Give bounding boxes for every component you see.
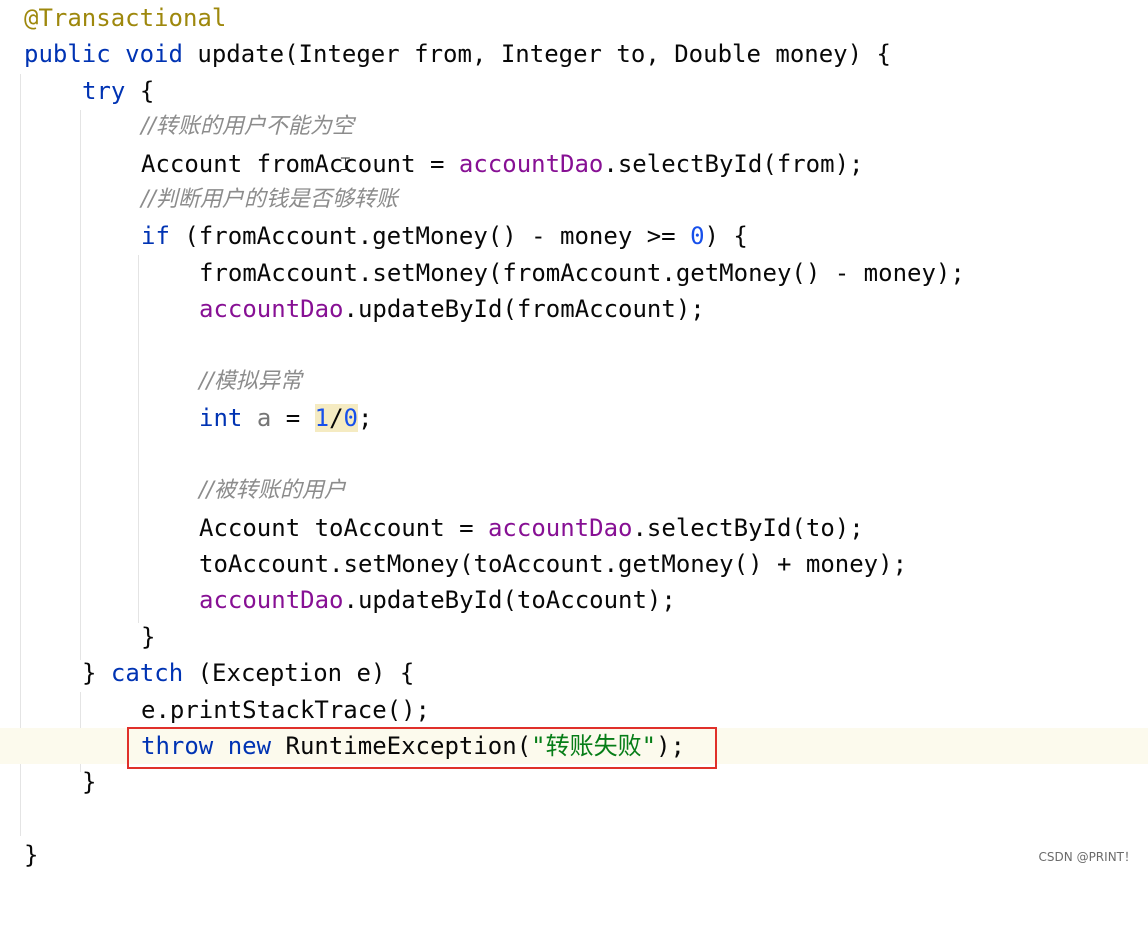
code-editor[interactable]: @Transactional public void update(Intege… <box>0 0 1148 873</box>
code-text: .updateById(toAccount); <box>343 586 676 615</box>
code-line[interactable]: //转账的用户不能为空 <box>0 109 1148 145</box>
i-beam-cursor-icon: ⌶ <box>340 154 351 175</box>
annotation-token: @Transactional <box>24 4 227 32</box>
code-line[interactable]: try { <box>0 73 1148 109</box>
code-line[interactable]: Account fromAccount = accountDao.selectB… <box>0 146 1148 182</box>
statement: toAccount.setMoney(toAccount.getMoney() … <box>199 550 908 578</box>
number-literal: 1 <box>314 404 330 433</box>
code-text: = <box>271 404 315 433</box>
code-text: Account toAccount = <box>199 513 488 542</box>
statement: int a = 1/0; <box>199 400 372 436</box>
keyword-try: try <box>82 76 126 105</box>
comment-token: //判断用户的钱是否够转账 <box>141 187 398 212</box>
field-token: accountDao <box>199 295 344 324</box>
statement: fromAccount.setMoney(fromAccount.getMone… <box>199 258 965 287</box>
code-line[interactable]: @Transactional <box>0 0 1148 36</box>
keyword-int: int <box>199 404 243 433</box>
brace-token: } <box>24 841 39 870</box>
number-literal: 0 <box>690 222 705 251</box>
try-statement: try { <box>82 73 154 109</box>
statement: Account fromAccount = accountDao.selectB… <box>141 146 863 182</box>
brace-token: } <box>82 768 97 797</box>
red-highlight-box <box>127 727 717 769</box>
comment-token: //转账的用户不能为空 <box>141 114 354 140</box>
method-signature: public void update(Integer from, Integer… <box>24 36 891 72</box>
if-statement: if (fromAccount.getMoney() - money >= 0)… <box>141 218 748 254</box>
statement: e.printStackTrace(); <box>141 695 430 724</box>
code-text: .selectById(from); <box>603 149 864 178</box>
comment-token: //被转账的用户 <box>199 478 346 504</box>
code-line[interactable]: //模拟异常 <box>0 364 1148 400</box>
code-line-blank[interactable] <box>0 437 1148 473</box>
field-token: accountDao <box>199 586 344 615</box>
statement: accountDao.updateById(fromAccount); <box>199 291 705 327</box>
code-line[interactable]: if (fromAccount.getMoney() - money >= 0)… <box>0 218 1148 254</box>
code-text: .selectById(to); <box>632 513 864 542</box>
code-line[interactable]: } <box>0 619 1148 655</box>
field-token: accountDao <box>487 513 633 542</box>
code-line[interactable]: public void update(Integer from, Integer… <box>0 36 1148 72</box>
keyword-void: void <box>125 40 183 69</box>
code-line[interactable]: } <box>0 837 1148 873</box>
code-line[interactable]: Account toAccount = accountDao.selectByI… <box>0 510 1148 546</box>
code-text: / <box>329 404 344 433</box>
selection-highlight: 1/0 <box>314 404 358 433</box>
code-line[interactable]: } <box>0 764 1148 800</box>
keyword-public: public <box>24 40 111 69</box>
variable-token: a <box>256 404 272 433</box>
code-text: .updateById(fromAccount); <box>343 295 705 324</box>
code-line[interactable]: //判断用户的钱是否够转账 <box>0 182 1148 218</box>
code-line[interactable]: e.printStackTrace(); <box>0 692 1148 728</box>
brace-token: } <box>141 622 156 651</box>
statement: accountDao.updateById(toAccount); <box>199 582 676 618</box>
code-line[interactable]: int a = 1/0; <box>0 400 1148 436</box>
code-line[interactable]: //被转账的用户 <box>0 473 1148 509</box>
code-line[interactable]: accountDao.updateById(fromAccount); <box>0 291 1148 327</box>
statement: Account toAccount = accountDao.selectByI… <box>199 510 864 546</box>
code-text: (fromAccount.getMoney() - money >= <box>169 222 691 251</box>
keyword-catch: catch <box>110 659 184 688</box>
code-text: (Exception e) { <box>183 659 415 688</box>
watermark: CSDN @PRINT！ <box>1038 850 1136 864</box>
keyword-if: if <box>141 222 170 251</box>
signature-rest: update(Integer from, Integer to, Double … <box>197 40 891 69</box>
number-literal: 0 <box>343 404 358 433</box>
brace-token: { <box>139 76 155 105</box>
comment-token: //模拟异常 <box>199 369 302 394</box>
catch-statement: } catch (Exception e) { <box>82 655 414 691</box>
code-text: ; <box>357 404 373 433</box>
code-line[interactable]: toAccount.setMoney(toAccount.getMoney() … <box>0 546 1148 582</box>
code-line-blank[interactable] <box>0 328 1148 364</box>
code-text: Account fromAccount = <box>141 149 459 178</box>
code-line[interactable]: } catch (Exception e) { <box>0 655 1148 691</box>
code-text: ) { <box>704 222 748 251</box>
code-line-blank[interactable] <box>0 801 1148 837</box>
code-line[interactable]: fromAccount.setMoney(fromAccount.getMone… <box>0 255 1148 291</box>
code-line[interactable]: accountDao.updateById(toAccount); <box>0 582 1148 618</box>
field-token: accountDao <box>458 149 604 178</box>
code-text: } <box>82 659 111 688</box>
